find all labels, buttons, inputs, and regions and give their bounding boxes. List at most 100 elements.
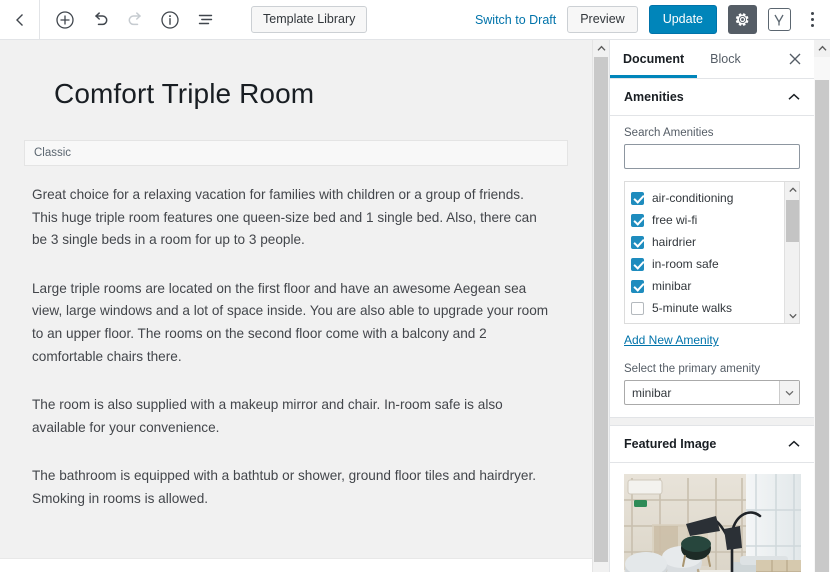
chevron-up-icon [788, 435, 800, 453]
switch-to-draft-link[interactable]: Switch to Draft [475, 13, 556, 27]
amenities-panel-title: Amenities [624, 90, 684, 104]
chevron-down-icon [788, 313, 797, 318]
update-button[interactable]: Update [648, 5, 717, 34]
add-new-amenity-link[interactable]: Add New Amenity [624, 333, 719, 347]
chevron-down-icon[interactable] [779, 381, 799, 404]
amenity-item[interactable]: free wi-fi [631, 209, 785, 231]
primary-amenity-label: Select the primary amenity [624, 363, 761, 375]
next-block-boundary [0, 558, 592, 572]
list-view-button[interactable] [194, 9, 216, 31]
chevron-up-icon [788, 186, 797, 192]
sidebar-tabs: Document Block [610, 40, 814, 79]
scrollbar-track[interactable] [593, 57, 609, 572]
settings-button[interactable] [728, 5, 757, 34]
scroll-up-button[interactable] [814, 40, 830, 57]
content-info-button[interactable] [159, 9, 181, 31]
search-amenities-label: Search Amenities [624, 127, 714, 139]
undo-icon [94, 12, 107, 26]
amenity-label: minibar [652, 279, 692, 293]
amenity-item[interactable]: minibar [631, 275, 785, 297]
info-circle-icon [161, 10, 179, 29]
paragraph-block[interactable]: The room is also supplied with a makeup … [32, 394, 550, 439]
primary-amenity-select[interactable]: minibar [624, 380, 800, 405]
paragraph-block[interactable]: Great choice for a relaxing vacation for… [32, 184, 550, 252]
tab-document[interactable]: Document [610, 40, 697, 78]
yoast-seo-icon [774, 14, 784, 25]
amenity-label: 5-minute walks [652, 301, 733, 315]
chevron-left-icon [15, 13, 23, 26]
close-icon [789, 53, 801, 65]
chevron-up-icon [818, 45, 826, 51]
settings-sidebar: Document Block Amenities Search Amenitie… [609, 40, 814, 572]
chevron-up-icon [597, 45, 605, 51]
redo-icon [128, 12, 141, 26]
amenity-label: hairdrier [652, 235, 697, 249]
featured-image-panel-header[interactable]: Featured Image [610, 426, 814, 463]
dot [810, 12, 814, 15]
checkbox-checked[interactable] [631, 257, 644, 271]
paragraph-block[interactable]: The bathroom is equipped with a bathtub … [32, 465, 550, 510]
list-view-icon [198, 14, 212, 25]
scrollbar-thumb[interactable] [815, 80, 829, 572]
editor-canvas: Comfort Triple Room Classic Great choice… [0, 40, 592, 537]
amenity-item[interactable]: hairdrier [631, 231, 785, 253]
lounge-interior-photo [624, 474, 801, 572]
close-sidebar-button[interactable] [776, 40, 814, 78]
template-library-button[interactable]: Template Library [251, 6, 368, 33]
amenities-panel-header[interactable]: Amenities [610, 79, 814, 116]
amenities-scrollbar[interactable] [784, 182, 799, 323]
panel-divider [610, 417, 814, 426]
amenities-checklist[interactable]: air-conditioning free wi-fi hairdrier in… [624, 181, 800, 324]
amenities-panel-body: Search Amenities air-conditioning free w… [610, 116, 814, 417]
featured-image-thumbnail[interactable] [624, 474, 801, 572]
scrollbar-thumb[interactable] [594, 57, 608, 562]
chevron-up-icon [788, 88, 800, 106]
checkbox-checked[interactable] [631, 191, 644, 205]
scrollbar-track[interactable] [814, 57, 830, 572]
amenity-item[interactable]: breakfast [631, 319, 785, 325]
amenity-item[interactable]: air-conditioning [631, 187, 785, 209]
classic-block-placeholder[interactable]: Classic [24, 140, 568, 166]
add-block-button[interactable] [54, 9, 76, 31]
editor-toolbar: Template Library Switch to Draft Preview… [0, 0, 830, 40]
scrollbar-thumb[interactable] [786, 200, 799, 242]
yoast-seo-button[interactable] [768, 8, 791, 31]
page-title[interactable]: Comfort Triple Room [0, 40, 592, 110]
checkbox-unchecked[interactable] [631, 324, 644, 325]
checkbox-unchecked[interactable] [631, 301, 644, 315]
featured-image-panel-title: Featured Image [624, 437, 717, 451]
preview-button[interactable]: Preview [567, 6, 638, 33]
checkbox-checked[interactable] [631, 213, 644, 227]
wordpress-block-editor: Template Library Switch to Draft Preview… [0, 0, 830, 572]
amenities-list: air-conditioning free wi-fi hairdrier in… [625, 182, 785, 325]
gear-icon [735, 13, 749, 26]
checkbox-checked[interactable] [631, 235, 644, 249]
more-options-button[interactable] [802, 7, 822, 33]
amenity-item[interactable]: in-room safe [631, 253, 785, 275]
window-scrollbar[interactable] [814, 40, 830, 572]
back-button[interactable] [0, 0, 40, 40]
amenity-label: breakfast [652, 323, 701, 324]
scroll-down-button[interactable] [785, 308, 799, 323]
scroll-up-button[interactable] [785, 182, 799, 197]
editor-scrollbar[interactable] [592, 40, 609, 572]
undo-button[interactable] [89, 9, 111, 31]
dot [810, 24, 814, 27]
amenity-label: air-conditioning [652, 191, 734, 205]
toolbar-actions: Switch to Draft Preview Update [475, 5, 830, 34]
redo-button[interactable] [124, 9, 146, 31]
primary-amenity-value: minibar [632, 385, 672, 400]
amenity-label: free wi-fi [652, 213, 698, 227]
amenity-label: in-room safe [652, 257, 719, 271]
plus-circle-icon [56, 10, 74, 29]
scroll-up-button[interactable] [593, 40, 609, 57]
checkbox-checked[interactable] [631, 279, 644, 293]
amenity-item[interactable]: 5-minute walks [631, 297, 785, 319]
paragraph-block[interactable]: Large triple rooms are located on the fi… [32, 278, 550, 368]
post-body[interactable]: Great choice for a relaxing vacation for… [0, 166, 592, 511]
toolbar-icon-group: Template Library [40, 6, 368, 33]
tab-block[interactable]: Block [697, 40, 754, 78]
dot [810, 18, 814, 21]
editor-content-area[interactable]: Comfort Triple Room Classic Great choice… [0, 40, 592, 572]
search-amenities-input[interactable] [624, 144, 800, 169]
